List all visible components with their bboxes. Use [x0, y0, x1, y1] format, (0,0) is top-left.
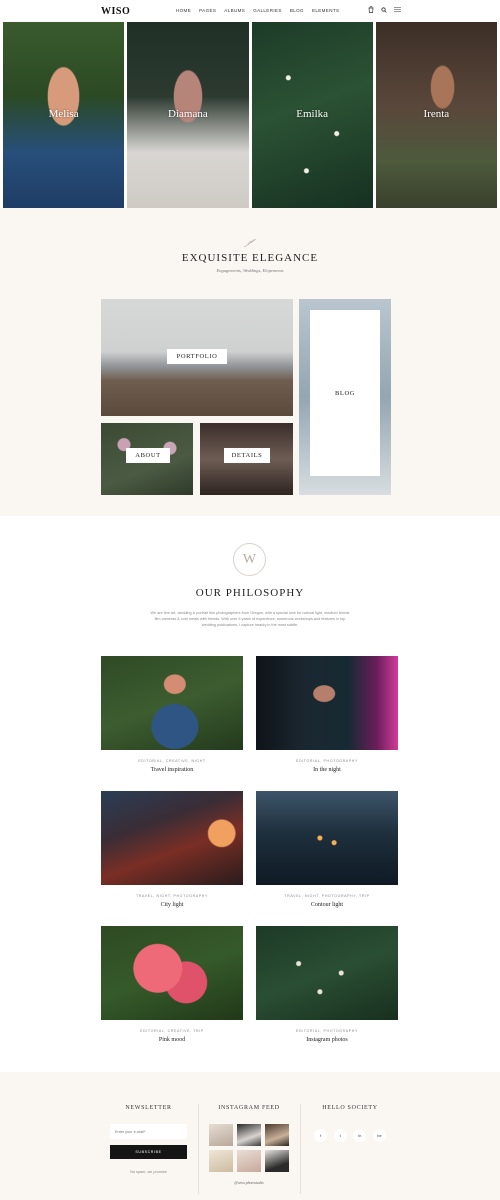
social-title: HELLO SOCIETY [322, 1105, 378, 1111]
behance-icon[interactable]: be [372, 1129, 386, 1142]
subscribe-button[interactable]: SUBSCRIBE [110, 1145, 187, 1159]
post-category: EDITORIAL, CREATIVE, TRIP [140, 1029, 204, 1033]
instagram-photo[interactable] [265, 1150, 289, 1172]
post-title[interactable]: City light [101, 902, 243, 908]
post-image[interactable] [256, 656, 398, 750]
newsletter-title: NEWSLETTER [125, 1105, 172, 1111]
instagram-grid [209, 1124, 289, 1172]
brand-monogram: W [233, 543, 266, 576]
post-card: TRAVEL, NIGHT, PHOTOGRAPHY City light [101, 791, 243, 908]
hero-tile-name: Diamana [168, 108, 208, 120]
portfolio-tile[interactable]: PORTFOLIO [101, 299, 293, 416]
philosophy-title: OUR PHILOSOPHY [195, 587, 305, 599]
main-nav: HOME PAGES ALBUMS GALLERIES BLOG ELEMENT… [176, 8, 339, 13]
post-image[interactable] [101, 791, 243, 885]
search-icon[interactable] [381, 6, 387, 13]
nav-item-galleries[interactable]: GALLERIES [253, 8, 282, 13]
header-icons [368, 6, 401, 13]
instagram-handle[interactable]: @wiso.photostudio [209, 1181, 289, 1185]
facebook-icon[interactable]: f [314, 1129, 327, 1142]
site-header: WISO HOME PAGES ALBUMS GALLERIES BLOG EL… [0, 0, 500, 22]
post-title[interactable]: Instagram photos [256, 1037, 398, 1043]
leaf-icon [242, 233, 258, 252]
post-image[interactable] [101, 926, 243, 1020]
instagram-icon[interactable]: in [353, 1129, 367, 1142]
twitter-icon[interactable]: t [333, 1129, 347, 1142]
menu-icon[interactable] [394, 7, 401, 12]
details-tile[interactable]: DETAILS [200, 423, 293, 495]
nav-item-albums[interactable]: ALBUMS [224, 8, 245, 13]
post-title[interactable]: Travel inspiration [101, 767, 243, 773]
site-footer: NEWSLETTER SUBSCRIBE No spam, we promise… [0, 1072, 500, 1200]
instagram-photo[interactable] [237, 1124, 261, 1146]
instagram-title: INSTAGRAM FEED [218, 1105, 280, 1111]
post-title[interactable]: In the night [256, 767, 398, 773]
post-card: EDITORIAL, PHOTOGRAPHY Instagram photos [256, 926, 398, 1043]
newsletter-email-input[interactable] [110, 1124, 187, 1139]
blog-label: BLOG [310, 310, 380, 476]
post-title[interactable]: Pink mood [101, 1037, 243, 1043]
instagram-photo[interactable] [265, 1124, 289, 1146]
nav-item-blog[interactable]: BLOG [290, 8, 304, 13]
nav-item-elements[interactable]: ELEMENTS [312, 8, 339, 13]
site-logo[interactable]: WISO [101, 6, 130, 17]
details-label: DETAILS [224, 448, 270, 463]
about-tile[interactable]: ABOUT [101, 423, 193, 495]
post-card: TRAVEL, NIGHT, PHOTOGRAPHY, TRIP Contour… [256, 791, 398, 908]
footer-divider [300, 1104, 301, 1194]
instagram-photo[interactable] [237, 1150, 261, 1172]
hero-tile-name: Emilka [296, 108, 329, 120]
footer-divider [198, 1104, 199, 1194]
post-card: EDITORIAL, PHOTOGRAPHY In the night [256, 656, 398, 773]
hero-tile-emilka[interactable]: Emilka [251, 22, 373, 208]
post-card: EDITORIAL, CREATIVE, TRIP Pink mood [101, 926, 243, 1043]
hero-tile-diamana[interactable]: Diamana [127, 22, 249, 208]
post-image[interactable] [256, 791, 398, 885]
nav-item-home[interactable]: HOME [176, 8, 191, 13]
blog-tile[interactable]: BLOG [299, 299, 391, 495]
instagram-photo[interactable] [209, 1124, 233, 1146]
post-category: EDITORIAL, PHOTOGRAPHY [296, 1029, 358, 1033]
hero-tile-irenta[interactable]: Irenta [375, 22, 497, 208]
post-image[interactable] [101, 656, 243, 750]
post-card: EDITORIAL, CREATIVE, NIGHT Travel inspir… [101, 656, 243, 773]
hero-tile-name: Irenta [423, 108, 450, 120]
post-category: EDITORIAL, PHOTOGRAPHY [296, 759, 358, 763]
social-links: f t in be [310, 1129, 390, 1142]
newsletter-note: No spam, we promise [130, 1170, 167, 1174]
cart-icon[interactable] [368, 6, 374, 13]
section-title: EXQUISITE ELEGANCE [181, 252, 319, 264]
hero-tile-melisa[interactable]: Melisa [3, 22, 125, 208]
hero-tile-name: Melisa [48, 108, 79, 120]
post-category: TRAVEL, NIGHT, PHOTOGRAPHY, TRIP [284, 894, 370, 898]
elegance-section: EXQUISITE ELEGANCE Engagements, Weddings… [0, 208, 500, 516]
post-category: EDITORIAL, CREATIVE, NIGHT [138, 759, 206, 763]
hero-gallery: Melisa Diamana Emilka Irenta [3, 22, 497, 208]
post-image[interactable] [256, 926, 398, 1020]
portfolio-label: PORTFOLIO [167, 349, 227, 364]
post-category: TRAVEL, NIGHT, PHOTOGRAPHY [136, 894, 208, 898]
post-title[interactable]: Contour light [256, 902, 398, 908]
about-label: ABOUT [126, 448, 170, 463]
nav-item-pages[interactable]: PAGES [199, 8, 216, 13]
philosophy-text: We are fine art, wedding & portrait film… [150, 611, 350, 627]
section-subtitle: Engagements, Weddings, Elopements [216, 268, 284, 273]
instagram-photo[interactable] [209, 1150, 233, 1172]
